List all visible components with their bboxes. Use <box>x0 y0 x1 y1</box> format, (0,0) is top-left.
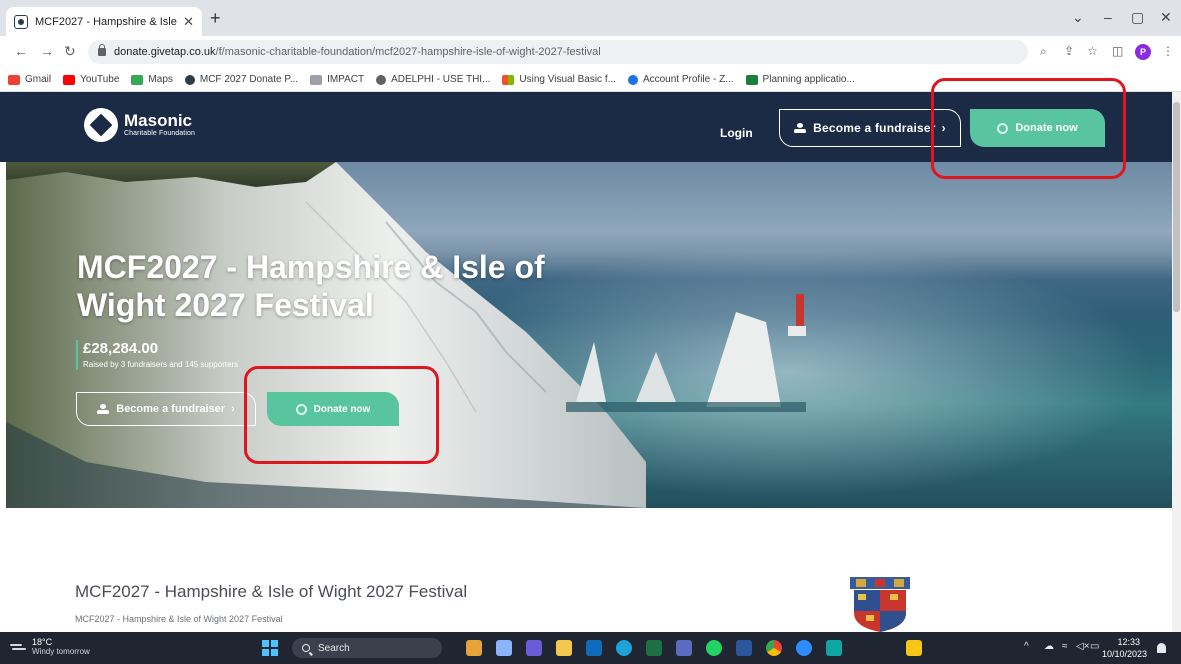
file-explorer-icon[interactable] <box>556 640 572 656</box>
maximize-button[interactable]: ▢ <box>1131 9 1144 26</box>
hand-heart-icon <box>97 404 110 414</box>
bookmark-account-profile[interactable]: Account Profile - Z... <box>627 74 734 85</box>
address-bar-row: ← → ↻ donate.givetap.co.uk /f/masonic-ch… <box>0 36 1181 68</box>
tray-chevron-up-icon[interactable]: ^ <box>1024 641 1029 652</box>
gmail-icon <box>8 74 20 85</box>
speaker-muted-icon[interactable]: ◁× <box>1076 641 1090 652</box>
bookmark-gmail[interactable]: Gmail <box>8 74 51 85</box>
onedrive-cloud-icon[interactable]: ☁ <box>1044 641 1054 652</box>
mcf-icon <box>184 74 195 85</box>
content-title: MCF2027 - Hampshire & Isle of Wight 2027… <box>75 582 468 601</box>
calculator-icon[interactable] <box>676 640 692 656</box>
bookmark-adelphi[interactable]: ADELPHI - USE THI... <box>376 74 490 85</box>
tab-search-chevron-icon[interactable]: ⌄ <box>1072 9 1084 26</box>
raised-amount: £28,284.00 <box>83 340 159 357</box>
wind-icon <box>10 642 26 652</box>
masonic-logo[interactable]: Masonic Charitable Foundation <box>84 108 195 142</box>
back-arrow-icon[interactable]: ← <box>14 43 28 59</box>
url-path: /f/masonic-charitable-foundation/mcf2027… <box>215 46 601 58</box>
reload-icon[interactable]: ↻ <box>64 43 76 60</box>
new-tab-button[interactable]: + <box>210 8 221 29</box>
task-view-icon[interactable] <box>496 640 512 656</box>
sticky-notes-icon[interactable] <box>906 640 922 656</box>
needles-rocks-image <box>566 294 806 412</box>
maps-icon <box>131 74 144 85</box>
menu-kebab-icon[interactable]: ⋮ <box>1162 44 1174 58</box>
windows-start-icon[interactable] <box>262 640 278 656</box>
windows-taskbar: 18°C Windy tomorrow Search ^ ☁ ≈ ◁× ▭ 12… <box>0 632 1181 664</box>
bookmark-impact[interactable]: IMPACT <box>310 74 364 85</box>
bookmark-visual-basic[interactable]: Using Visual Basic f... <box>502 74 616 85</box>
side-panel-icon[interactable]: ◫ <box>1112 44 1123 58</box>
zoom-taskbar-icon[interactable] <box>796 640 812 656</box>
wifi-icon[interactable]: ≈ <box>1062 641 1068 652</box>
whatsapp-icon[interactable] <box>706 640 722 656</box>
word-icon[interactable] <box>736 640 752 656</box>
hero-banner <box>6 162 1172 508</box>
page-scrollbar[interactable] <box>1172 92 1181 632</box>
hero-become-fundraiser-button[interactable]: Become a fundraiser › <box>76 392 256 426</box>
edge-icon[interactable] <box>616 640 632 656</box>
url-input[interactable]: donate.givetap.co.uk /f/masonic-charitab… <box>88 40 1028 64</box>
impact-icon <box>310 74 323 85</box>
masonic-logo-icon <box>84 108 118 142</box>
temperature: 18°C <box>32 637 53 647</box>
system-clock[interactable]: 12:33 10/10/2023 <box>1102 636 1147 660</box>
highlight-hero-donate <box>244 366 439 464</box>
widgets-app-icon[interactable] <box>466 640 482 656</box>
excel-icon[interactable] <box>646 640 662 656</box>
notification-bell-icon[interactable] <box>1157 643 1166 653</box>
lock-icon <box>98 44 106 56</box>
weather-widget[interactable]: 18°C Windy tomorrow <box>10 637 90 657</box>
content-subtitle: MCF2027 - Hampshire & Isle of Wight 2027… <box>75 614 283 624</box>
weather-forecast: Windy tomorrow <box>32 647 90 656</box>
bookmark-mcf-donate[interactable]: MCF 2027 Donate P... <box>184 74 298 85</box>
bookmark-planning[interactable]: Planning applicatio... <box>745 74 855 85</box>
logo-name: Masonic <box>124 110 193 130</box>
raised-accent-bar <box>76 340 78 370</box>
zoom-app-icon <box>627 74 638 85</box>
microsoft-icon <box>502 74 515 85</box>
tab-close-icon[interactable]: ✕ <box>183 14 194 30</box>
tab-title: MCF2027 - Hampshire & Isle of <box>35 15 178 28</box>
hero-title: MCF2027 - Hampshire & Isle of Wight 2027… <box>77 249 545 323</box>
login-link[interactable]: Login <box>720 126 753 140</box>
teams-chat-icon[interactable] <box>526 640 542 656</box>
profile-avatar[interactable]: P <box>1135 44 1151 60</box>
browser-tab-bar: MCF2027 - Hampshire & Isle of ✕ + ⌄ – ▢ … <box>0 0 1181 36</box>
site-favicon-icon <box>14 14 28 29</box>
bookmark-youtube[interactable]: YouTube <box>63 74 119 85</box>
globe-icon <box>376 74 387 85</box>
bookmark-maps[interactable]: Maps <box>131 74 173 85</box>
close-window-button[interactable]: ✕ <box>1160 9 1172 26</box>
minimize-button[interactable]: – <box>1104 9 1112 25</box>
festival-crest-icon <box>850 577 910 632</box>
outlook-icon[interactable] <box>586 640 602 656</box>
browser-tab[interactable]: MCF2027 - Hampshire & Isle of ✕ <box>6 7 202 36</box>
youtube-icon <box>63 74 76 85</box>
hand-heart-icon <box>794 123 807 133</box>
zoom-icon[interactable]: ⌕ <box>1040 44 1047 59</box>
bookmark-star-icon[interactable]: ☆ <box>1087 44 1098 58</box>
lighthouse-icon <box>796 294 804 328</box>
scrollbar-thumb[interactable] <box>1173 102 1180 312</box>
forward-arrow-icon[interactable]: → <box>40 43 54 59</box>
taskbar-search-input[interactable]: Search <box>292 638 442 658</box>
share-icon[interactable]: ⇪ <box>1064 44 1074 58</box>
chevron-right-icon: › <box>231 403 235 415</box>
url-host: donate.givetap.co.uk <box>114 46 216 58</box>
planning-icon <box>745 74 758 85</box>
raised-summary: Raised by 3 fundraisers and 145 supporte… <box>83 360 239 369</box>
logo-sub: Charitable Foundation <box>124 129 195 137</box>
store-icon[interactable] <box>826 640 842 656</box>
search-icon <box>302 644 310 652</box>
highlight-header-donate <box>931 78 1126 179</box>
screen: MCF2027 - Hampshire & Isle of ✕ + ⌄ – ▢ … <box>0 0 1181 664</box>
chrome-icon[interactable] <box>766 640 782 656</box>
battery-icon[interactable]: ▭ <box>1090 641 1099 652</box>
